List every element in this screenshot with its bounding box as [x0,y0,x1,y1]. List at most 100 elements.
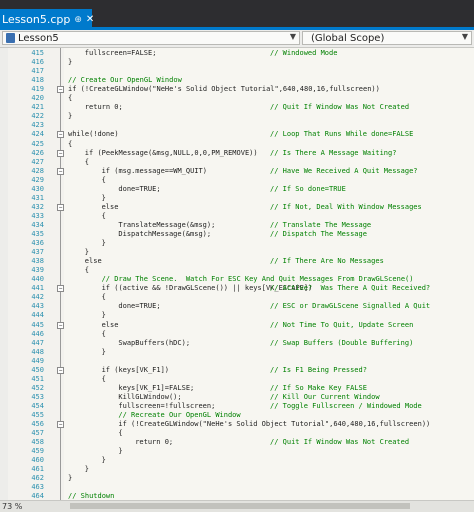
trailing-comment: // Is There A Message Waiting? [270,148,397,157]
line-number: 454 [31,401,44,410]
code-line[interactable]: 415 fullscreen=FALSE; // Windowed Mode [0,49,474,58]
code-line[interactable]: 437} [0,248,474,257]
code-line[interactable]: 420 { [0,94,474,103]
code-line[interactable]: 422} [0,112,474,121]
code-line[interactable]: 441− if ((active && !DrawGLScene()) || ke… [0,284,474,293]
code-line[interactable]: 447 SwapBuffers(hDC); // Swap Buffers (Dou… [0,339,474,348]
trailing-comment: // If Not, Deal With Window Messages [270,202,422,211]
code-line[interactable]: 426 − if (PeekMessage(&msg,NULL,0,0,PM_REM… [0,149,474,158]
code-text: } [101,239,106,248]
scrollbar-thumb[interactable] [70,503,410,509]
line-number: 455 [31,411,44,419]
close-icon[interactable]: ✕ [86,14,94,25]
code-line[interactable]: 463 [0,483,474,492]
code-comment: // Create Our OpenGL Window [68,76,182,85]
code-line[interactable]: 446 { [0,330,474,339]
code-text: done=TRUE; [118,184,161,193]
code-line[interactable]: 455 // Recreate Our OpenGL Window [0,411,474,420]
line-number: 446 [31,329,44,338]
code-line[interactable]: 454 fullscreen=!fullscreen; // Toggle Full… [0,402,474,411]
line-number: 418 [31,76,44,85]
code-line[interactable]: 439 { [0,266,474,275]
code-text: { [68,139,73,148]
collapse-icon[interactable]: − [57,421,64,429]
code-line[interactable]: 458 return 0; // Quit If Window Was Not Cr… [0,438,474,447]
code-line[interactable]: 431} [0,194,474,203]
code-text: DispatchMessage(&msg); [118,230,212,238]
code-line[interactable]: 443 done=TRUE; // ESC or DrawGLScene Signa… [0,302,474,311]
file-combo[interactable]: Lesson5 ▼ [2,31,300,45]
zoom-level[interactable]: 73 % [2,501,42,512]
code-line[interactable]: 461} [0,465,474,474]
code-line[interactable]: 460} [0,456,474,465]
line-number: 456 [31,420,44,429]
code-comment: // Draw The Scene. Watch For ESC Key And… [101,275,414,284]
code-line[interactable]: 428 − if (msg.message==WM_QUIT) // Have We … [0,167,474,176]
code-line[interactable]: 432 − else // If Not, Deal With Window Mess… [0,203,474,212]
line-number: 422 [31,112,44,121]
line-number: 421 [31,103,44,112]
code-text: return 0; [84,103,123,112]
code-line[interactable]: 421 return 0; // Quit If Window Was Not Cr… [0,103,474,112]
collapse-icon[interactable]: − [57,149,64,157]
collapse-icon[interactable]: − [57,86,64,94]
code-line[interactable]: 450 − if (keys[VK_F1]) // Is F1 Being Press… [0,366,474,375]
code-line[interactable]: 457 { [0,429,474,438]
code-line[interactable]: 427 { [0,158,474,167]
code-line[interactable]: 417 [0,67,474,76]
code-line[interactable]: 448} [0,348,474,357]
code-line[interactable]: 442 { [0,293,474,302]
line-number: 430 [31,184,44,193]
code-line[interactable]: 416} [0,58,474,67]
code-line[interactable]: 425 { [0,140,474,149]
trailing-comment: // Kill Our Current Window [270,392,380,401]
collapse-icon[interactable]: − [57,167,64,175]
code-text: } [101,311,106,320]
code-line[interactable]: 451 { [0,375,474,384]
pin-icon[interactable]: ⊕ [74,15,82,25]
code-text: if (!CreateGLWindow("NeHe's Solid Object… [118,420,431,429]
tab-lesson5-cpp[interactable]: Lesson5.cpp ⊕ ✕ [0,9,94,30]
code-line[interactable]: 449 [0,357,474,366]
collapse-icon[interactable]: − [57,321,64,329]
scope-combo[interactable]: (Global Scope) ▼ [302,31,472,45]
collapse-icon[interactable]: − [57,285,64,293]
code-line[interactable]: 424 − while(!done) // Loop That Runs While … [0,130,474,139]
code-line[interactable]: 423 [0,121,474,130]
trailing-comment: // Swap Buffers (Double Buffering) [270,338,414,347]
code-line[interactable]: 433 { [0,212,474,221]
code-line[interactable]: 435 DispatchMessage(&msg); // Dispatch The… [0,230,474,239]
code-editor[interactable]: 415 fullscreen=FALSE;// Windowed Mode 416}… [0,48,474,500]
code-line[interactable]: 459} [0,447,474,456]
line-number: 460 [31,456,44,465]
code-line[interactable]: 440 // Draw The Scene. Watch For ESC Key … [0,275,474,284]
code-line[interactable]: 444} [0,311,474,320]
code-line[interactable]: 436} [0,239,474,248]
collapse-icon[interactable]: − [57,203,64,211]
code-line[interactable]: 430 done=TRUE; // If So done=TRUE [0,185,474,194]
horizontal-scrollbar[interactable]: 73 % [0,500,474,512]
zoom-label: 73 % [2,502,23,511]
code-line[interactable]: 445 − else // Not Time To Quit, Update Scre… [0,321,474,330]
code-line[interactable]: 429 { [0,176,474,185]
file-combo-label: Lesson5 [18,32,59,44]
code-line[interactable]: 462} [0,474,474,483]
code-line[interactable]: 419 − if (!CreateGLWindow("NeHe's Solid Ob… [0,85,474,94]
collapse-icon[interactable]: − [57,131,64,139]
code-line[interactable]: 418 // Create Our OpenGL Window [0,76,474,85]
line-number: 426 [31,148,44,157]
code-line[interactable]: 456 − if (!CreateGLWindow("NeHe's Solid Ob… [0,420,474,429]
line-number: 434 [31,220,44,229]
code-line[interactable]: 453 KillGLWindow(); // Kill Our Current Wi… [0,393,474,402]
code-line[interactable]: 452 keys[VK_F1]=FALSE; // If So Make Key F… [0,384,474,393]
code-line[interactable]: 438 else // If There Are No Messages [0,257,474,266]
code-text: } [68,112,73,121]
line-number: 444 [31,311,44,320]
code-line[interactable]: 434 TranslateMessage(&msg); // Translate T… [0,221,474,230]
code-text: if (keys[VK_F1]) [101,365,170,374]
line-number: 457 [31,429,44,438]
collapse-icon[interactable]: − [57,366,64,374]
line-number: 431 [31,193,44,202]
line-number: 441 [31,284,44,293]
code-text: keys[VK_F1]=FALSE; [118,383,195,392]
